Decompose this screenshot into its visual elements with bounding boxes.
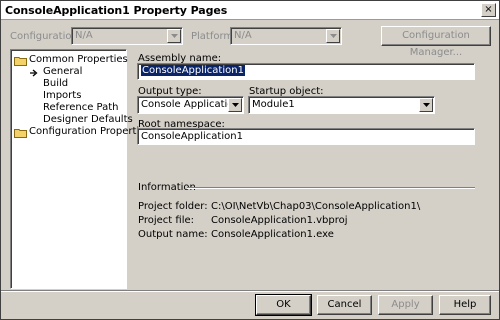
ok-button[interactable]: OK <box>255 294 312 316</box>
apply-label: Apply <box>391 299 420 310</box>
output-type-select[interactable]: Console Application <box>137 96 244 114</box>
tree-item-designer-defaults[interactable]: Designer Defaults <box>43 114 133 125</box>
tree-item-common-properties[interactable]: Common Properties <box>29 54 128 65</box>
startup-object-select[interactable]: Module1 <box>248 96 435 114</box>
window-title: ConsoleApplication1 Property Pages <box>5 4 228 17</box>
footer-divider <box>1 290 499 292</box>
ok-label: OK <box>276 299 291 310</box>
platform-select[interactable]: N/A <box>230 27 342 45</box>
chevron-down-icon[interactable] <box>228 98 242 112</box>
folder-icon <box>14 129 27 138</box>
project-folder-value: C:\OI\NetVb\Chap03\ConsoleApplication1\ <box>211 201 421 212</box>
configuration-manager-label: Configuration Manager... <box>402 30 470 58</box>
output-type-value: Console Application <box>141 99 240 110</box>
tree-item-configuration-properties[interactable]: Configuration Properties <box>29 126 151 137</box>
platform-value: N/A <box>234 30 252 41</box>
project-file-label: Project file: <box>138 215 194 226</box>
configuration-manager-button[interactable]: Configuration Manager... <box>381 26 491 58</box>
cancel-button[interactable]: Cancel <box>317 295 372 315</box>
chevron-down-icon[interactable] <box>326 29 340 43</box>
folder-icon <box>14 57 27 66</box>
project-file-value: ConsoleApplication1.vbproj <box>211 215 348 226</box>
root-namespace-field[interactable]: ConsoleApplication1 <box>137 128 475 145</box>
output-name-value: ConsoleApplication1.exe <box>211 229 334 240</box>
tree-item-imports[interactable]: Imports <box>43 90 81 101</box>
assembly-name-value: ConsoleApplication1 <box>141 65 245 76</box>
title-bar: ConsoleApplication1 Property Pages × <box>1 1 499 20</box>
configuration-value: N/A <box>75 30 93 41</box>
close-button[interactable]: × <box>481 3 496 17</box>
property-pages-dialog: ConsoleApplication1 Property Pages × Con… <box>0 0 500 320</box>
tree-item-general[interactable]: General <box>43 66 82 77</box>
property-tree[interactable]: Common Properties General Build Imports … <box>10 49 151 289</box>
output-name-label: Output name: <box>138 229 208 240</box>
chevron-down-icon[interactable] <box>419 98 433 112</box>
tree-item-reference-path[interactable]: Reference Path <box>43 102 119 113</box>
tree-item-build[interactable]: Build <box>43 78 68 89</box>
chevron-down-icon[interactable] <box>167 29 181 43</box>
apply-button[interactable]: Apply <box>378 295 433 315</box>
help-label: Help <box>453 299 477 310</box>
startup-object-value: Module1 <box>252 99 295 110</box>
cancel-label: Cancel <box>327 299 362 310</box>
assembly-name-field[interactable]: ConsoleApplication1 <box>137 63 475 80</box>
arrow-right-icon <box>30 69 38 77</box>
information-divider <box>187 187 475 189</box>
project-folder-label: Project folder: <box>138 201 208 212</box>
close-icon: × <box>484 4 493 15</box>
configuration-select[interactable]: N/A <box>71 27 183 45</box>
root-namespace-value: ConsoleApplication1 <box>141 131 243 142</box>
help-button[interactable]: Help <box>439 295 491 315</box>
